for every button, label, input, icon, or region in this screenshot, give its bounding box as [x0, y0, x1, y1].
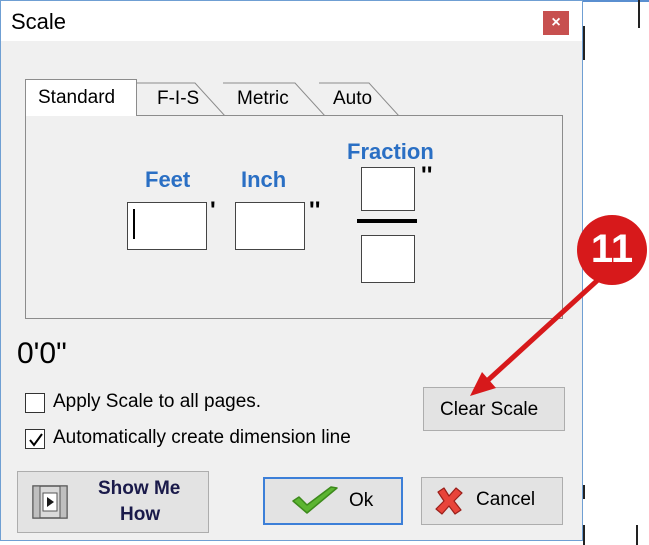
tab-standard[interactable]: Standard — [25, 79, 137, 116]
step-number: 11 — [590, 227, 634, 271]
step-number-badge: 11 — [577, 215, 647, 285]
tab-standard-label: Standard — [38, 87, 116, 108]
